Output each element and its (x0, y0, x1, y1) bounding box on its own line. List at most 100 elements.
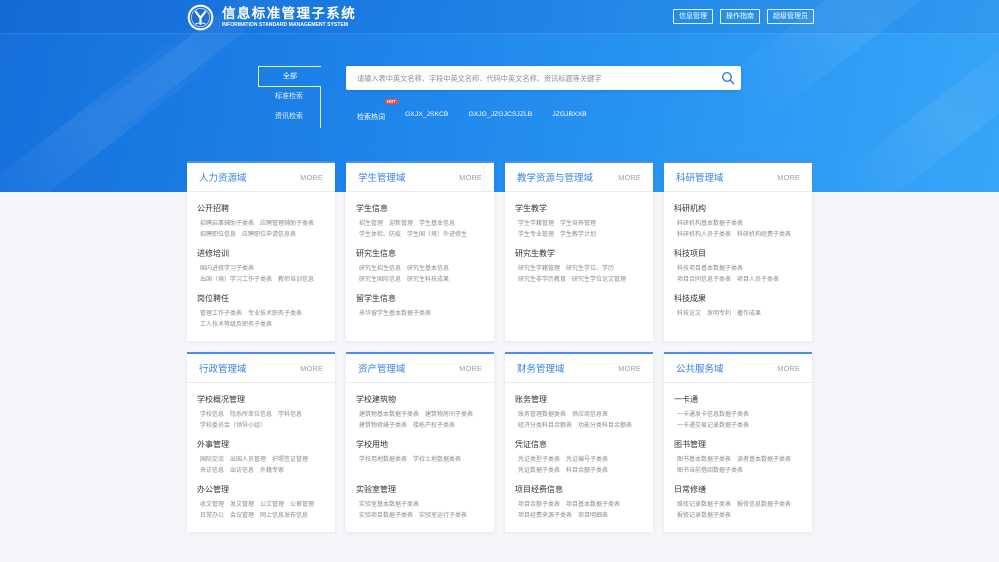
table-link[interactable]: 科技论文 (677, 311, 701, 317)
table-link[interactable]: 研究生学籍管理 (518, 266, 560, 272)
section-title[interactable]: 学校建筑物 (356, 394, 488, 406)
section-title[interactable]: 进修培训 (197, 248, 329, 260)
table-link[interactable]: 学生体检、防疫 (359, 232, 401, 238)
table-link[interactable]: 报修信息数据子类表 (737, 502, 791, 508)
section-title[interactable]: 图书管理 (674, 439, 806, 451)
section-title[interactable]: 项目经费信息 (515, 484, 647, 496)
more-link[interactable]: MORE (777, 173, 800, 182)
table-link[interactable]: 工人技术等级及职务子类表 (200, 322, 272, 328)
table-link[interactable]: 学生学籍管理 (518, 221, 554, 227)
table-link[interactable]: 出访信息 (230, 468, 254, 474)
table-link[interactable]: 图书基本数据子类表 (677, 457, 731, 463)
table-link[interactable]: 出国人员管理 (230, 457, 266, 463)
table-link[interactable]: 科技项目基本数据子类表 (677, 266, 743, 272)
table-link[interactable]: 来访信息 (200, 468, 224, 474)
table-link[interactable]: 学校委员会（领导小组） (200, 423, 266, 429)
table-link[interactable]: 研究生非学历教育 (518, 277, 566, 283)
section-title[interactable]: 凭证信息 (515, 439, 647, 451)
user-guide-button[interactable]: 操作指南 (720, 9, 760, 24)
section-title[interactable]: 科技成果 (674, 293, 806, 305)
tab-all[interactable]: 全部 (258, 66, 321, 87)
table-link[interactable]: 学生专业管理 (518, 232, 554, 238)
table-link[interactable]: 账务管理数据类表 (518, 412, 566, 418)
section-title[interactable]: 研究生信息 (356, 248, 488, 260)
tab-news-search[interactable]: 资讯检索 (258, 107, 321, 128)
table-link[interactable]: 学生培养管理 (560, 221, 596, 227)
table-link[interactable]: 外籍专家 (260, 468, 284, 474)
hot-word[interactable]: GXJX_JSKCB (405, 109, 448, 120)
tab-standard-search[interactable]: 标准检索 (258, 86, 321, 107)
table-link[interactable]: 实验室运行子类表 (419, 513, 467, 519)
section-title[interactable]: 账务管理 (515, 394, 647, 406)
table-link[interactable]: 教师培训信息 (278, 277, 314, 283)
search-icon[interactable] (721, 71, 735, 85)
table-link[interactable]: 学生基本信息 (419, 221, 455, 227)
table-link[interactable]: 楼栋产权子类表 (413, 423, 455, 429)
table-link[interactable]: 项目基本数据子类表 (566, 502, 620, 508)
table-link[interactable]: 实验室基本数据子类表 (359, 502, 419, 508)
table-link[interactable]: 报修记录数据子类表 (677, 513, 731, 519)
table-link[interactable]: 招聘职位信息 (200, 232, 236, 238)
table-link[interactable]: 日常办公 (200, 513, 224, 519)
more-link[interactable]: MORE (777, 364, 800, 373)
table-link[interactable]: 实验项目数据子类表 (359, 513, 413, 519)
table-link[interactable]: 项目经费来源子类表 (518, 513, 572, 519)
section-title[interactable]: 研究生教学 (515, 248, 647, 260)
table-link[interactable]: 应聘管理辅助子类表 (260, 221, 314, 227)
more-link[interactable]: MORE (300, 364, 323, 373)
domain-title[interactable]: 资产管理域 (358, 361, 406, 375)
table-link[interactable]: 科研机构人员子类表 (677, 232, 731, 238)
table-link[interactable]: 学校信息 (200, 412, 224, 418)
table-link[interactable]: 项目余额子类表 (518, 502, 560, 508)
table-link[interactable]: 应聘职位申请信息表 (242, 232, 296, 238)
section-title[interactable]: 外事管理 (197, 439, 329, 451)
more-link[interactable]: MORE (459, 364, 482, 373)
table-link[interactable]: 迎新管理 (389, 221, 413, 227)
table-link[interactable]: 凭证编号子类表 (566, 457, 608, 463)
table-link[interactable]: 研究生科技成果 (407, 277, 449, 283)
table-link[interactable]: 公章管理 (290, 502, 314, 508)
table-link[interactable]: 会议管理 (230, 513, 254, 519)
section-title[interactable]: 科研机构 (674, 203, 806, 215)
section-title[interactable]: 办公管理 (197, 484, 329, 496)
table-link[interactable]: 学校土地数据类表 (413, 457, 461, 463)
table-link[interactable]: 建筑物修缮子类表 (359, 423, 407, 429)
hot-word[interactable]: JZGJBXXB (552, 109, 586, 120)
table-link[interactable]: 学科信息 (278, 412, 302, 418)
section-title[interactable]: 实验室管理 (356, 484, 488, 496)
table-link[interactable]: 功能分类科目余额表 (578, 423, 632, 429)
table-link[interactable]: 发明专利 (707, 311, 731, 317)
table-link[interactable]: 著作成果 (737, 311, 761, 317)
section-title[interactable]: 公开招聘 (197, 203, 329, 215)
table-link[interactable]: 建筑物基本数据子类表 (359, 412, 419, 418)
table-link[interactable]: 凭证类型子类表 (518, 457, 560, 463)
table-link[interactable]: 读者基本数据子类表 (737, 457, 791, 463)
table-link[interactable]: 项目人员子类表 (737, 277, 779, 283)
domain-title[interactable]: 教学资源与管理域 (517, 170, 593, 184)
table-link[interactable]: 一卡通交易记录数据子类表 (677, 423, 749, 429)
table-link[interactable]: 国际交流 (200, 457, 224, 463)
section-title[interactable]: 学生信息 (356, 203, 488, 215)
table-link[interactable]: 护照签证管理 (272, 457, 308, 463)
table-link[interactable]: 建筑物房间子类表 (425, 412, 473, 418)
table-link[interactable]: 国内进修学习子类表 (200, 266, 254, 272)
info-management-button[interactable]: 信息管理 (673, 9, 713, 24)
table-link[interactable]: 管理工作子类表 (200, 311, 242, 317)
table-link[interactable]: 学生教学计划 (560, 232, 596, 238)
table-link[interactable]: 一卡通发卡信息数据子类表 (677, 412, 749, 418)
table-link[interactable]: 项目明细表 (578, 513, 608, 519)
table-link[interactable]: 学生国（境）外进修生 (407, 232, 467, 238)
table-link[interactable]: 研究生国际信息 (359, 277, 401, 283)
more-link[interactable]: MORE (459, 173, 482, 182)
table-link[interactable]: 公文管理 (260, 502, 284, 508)
more-link[interactable]: MORE (618, 173, 641, 182)
table-link[interactable]: 图书当前借阅数据子类表 (677, 468, 743, 474)
table-link[interactable]: 收文管理 (200, 502, 224, 508)
table-link[interactable]: 供应商信息表 (572, 412, 608, 418)
table-link[interactable]: 研究生基本信息 (407, 266, 449, 272)
table-link[interactable]: 经济分类科目余额表 (518, 423, 572, 429)
domain-title[interactable]: 人力资源域 (199, 170, 247, 184)
section-title[interactable]: 留学生信息 (356, 293, 488, 305)
domain-title[interactable]: 学生管理域 (358, 170, 406, 184)
section-title[interactable]: 学生教学 (515, 203, 647, 215)
